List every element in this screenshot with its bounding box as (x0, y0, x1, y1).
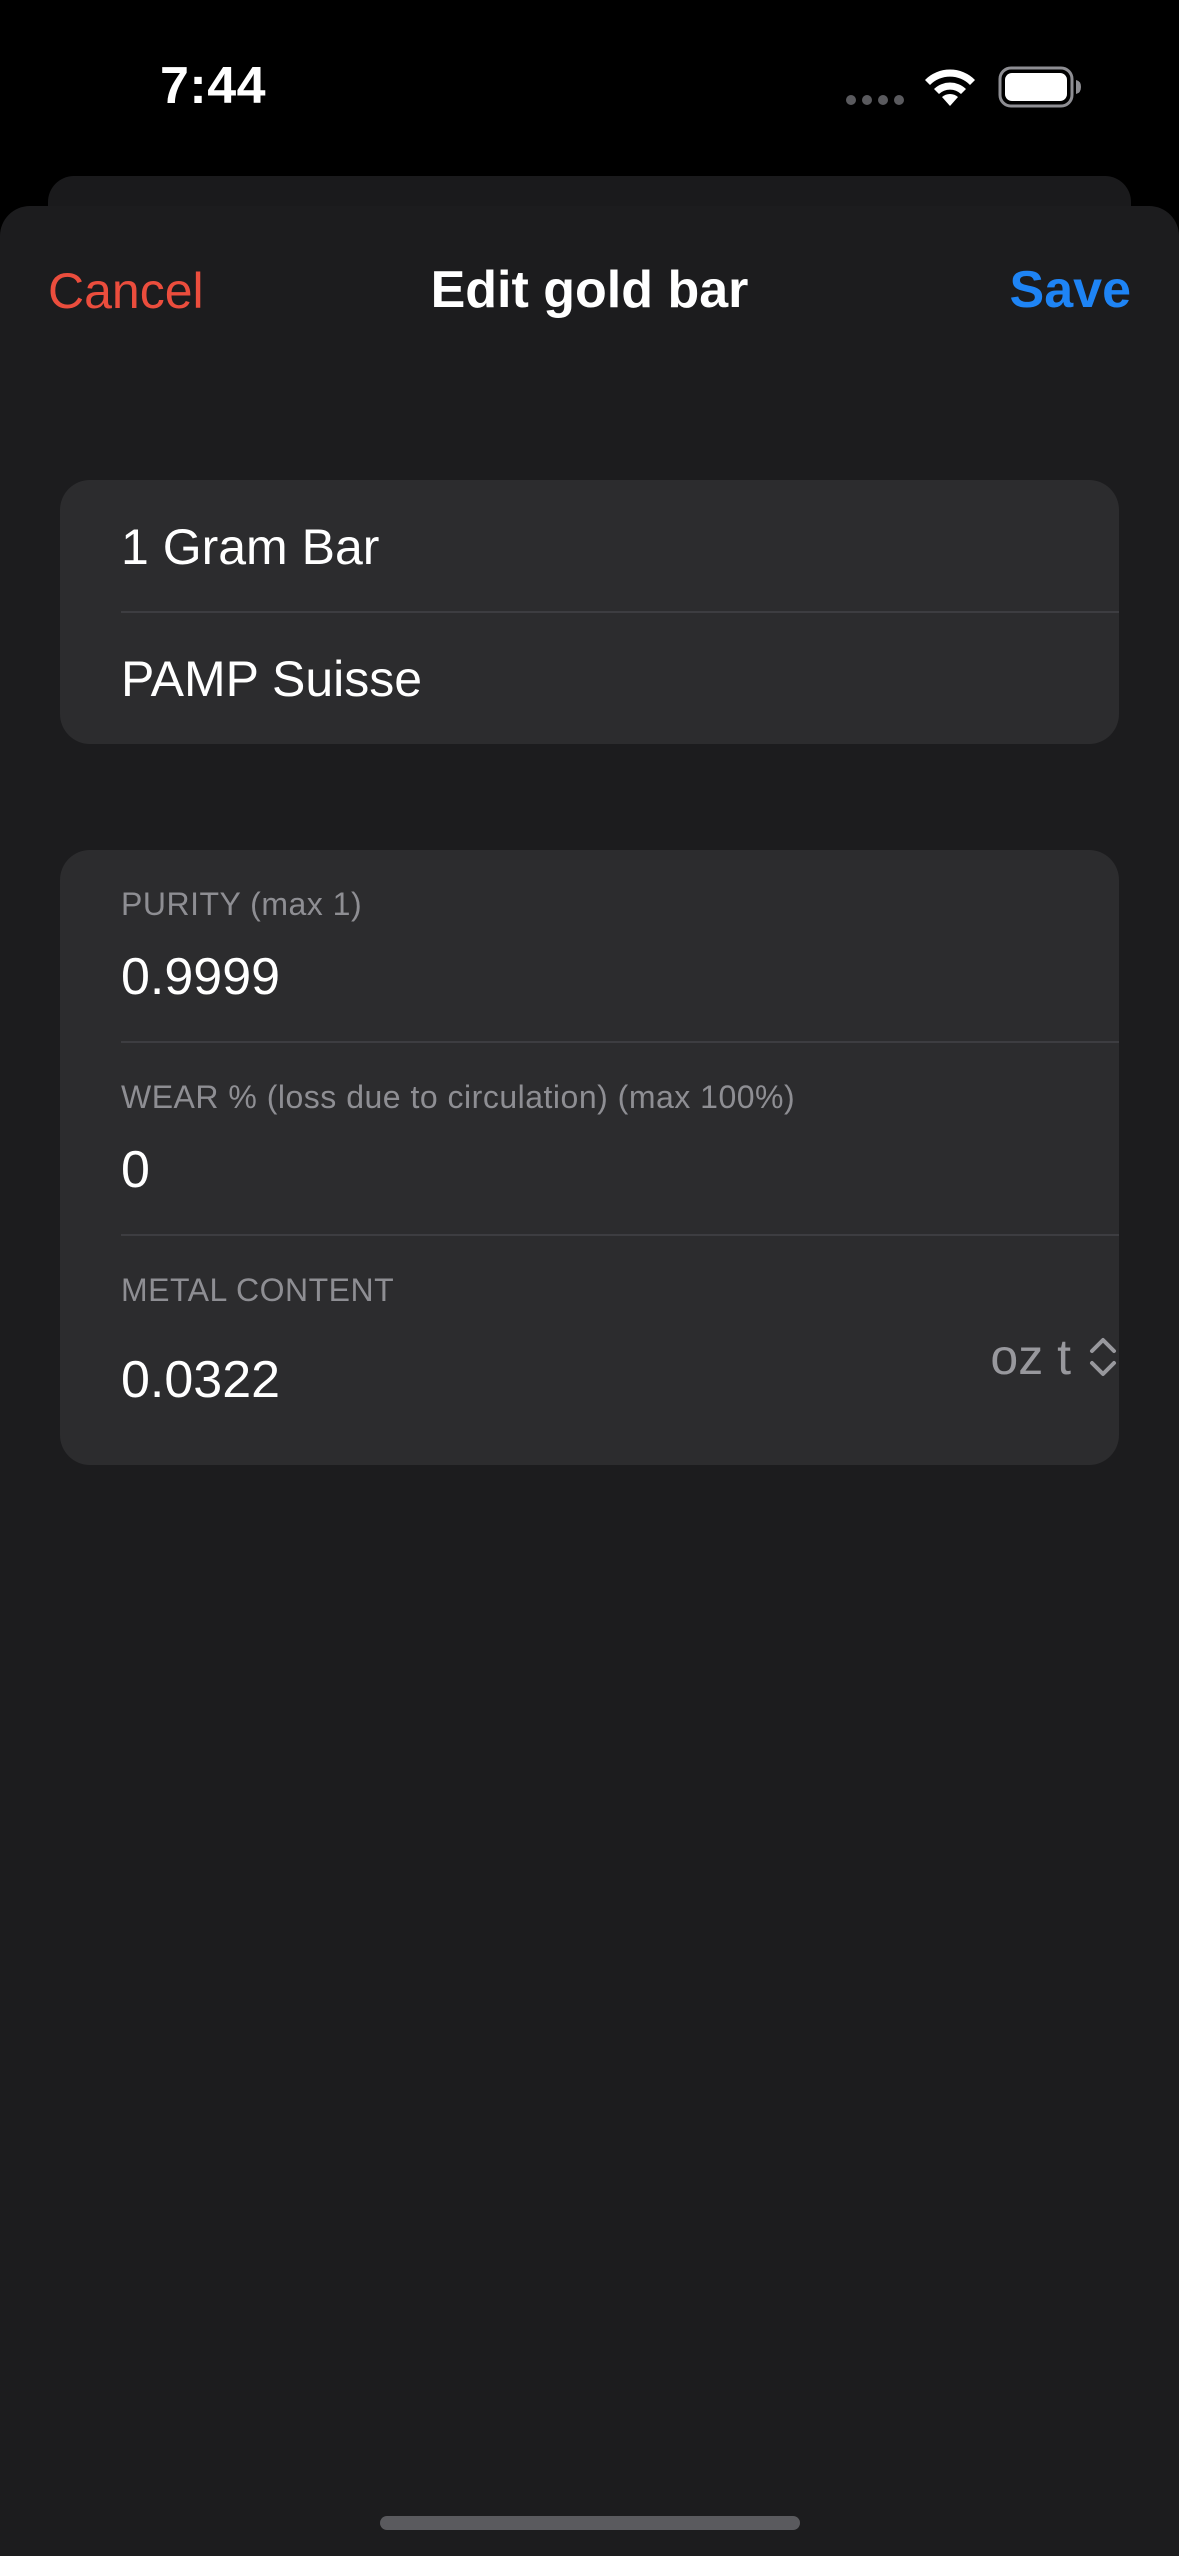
manufacturer-field[interactable]: PAMP Suisse (121, 650, 422, 708)
metal-content-caption: METAL CONTENT (121, 1272, 395, 1308)
wear-field[interactable]: 0 (121, 1140, 150, 1200)
battery-icon (998, 66, 1081, 108)
wear-caption: WEAR % (loss due to circulation) (max 10… (121, 1079, 796, 1115)
home-indicator[interactable] (380, 2516, 800, 2530)
divider (121, 1041, 1119, 1043)
chevron-up-down-icon (1090, 1338, 1116, 1376)
unit-picker-label: oz t (990, 1329, 1071, 1385)
divider (121, 611, 1119, 613)
unit-picker[interactable]: oz t (990, 1327, 1119, 1387)
wifi-icon (925, 69, 975, 106)
purity-field[interactable]: 0.9999 (121, 947, 280, 1007)
status-time: 7:44 (160, 57, 267, 115)
cellular-signal-icon (846, 95, 904, 105)
cancel-button[interactable]: Cancel (48, 262, 204, 320)
specs-group: PURITY (max 1) 0.9999 WEAR % (loss due t… (60, 850, 1119, 1465)
screen: 7:44 Edit gold bar Cancel Save 1 Gram Ba… (0, 0, 1179, 2556)
purity-caption: PURITY (max 1) (121, 886, 363, 922)
name-field[interactable]: 1 Gram Bar (121, 518, 379, 576)
divider (121, 1234, 1119, 1236)
save-button[interactable]: Save (1010, 260, 1131, 320)
metal-content-field[interactable]: 0.0322 (121, 1350, 280, 1410)
item-info-group: 1 Gram Bar PAMP Suisse (60, 480, 1119, 744)
